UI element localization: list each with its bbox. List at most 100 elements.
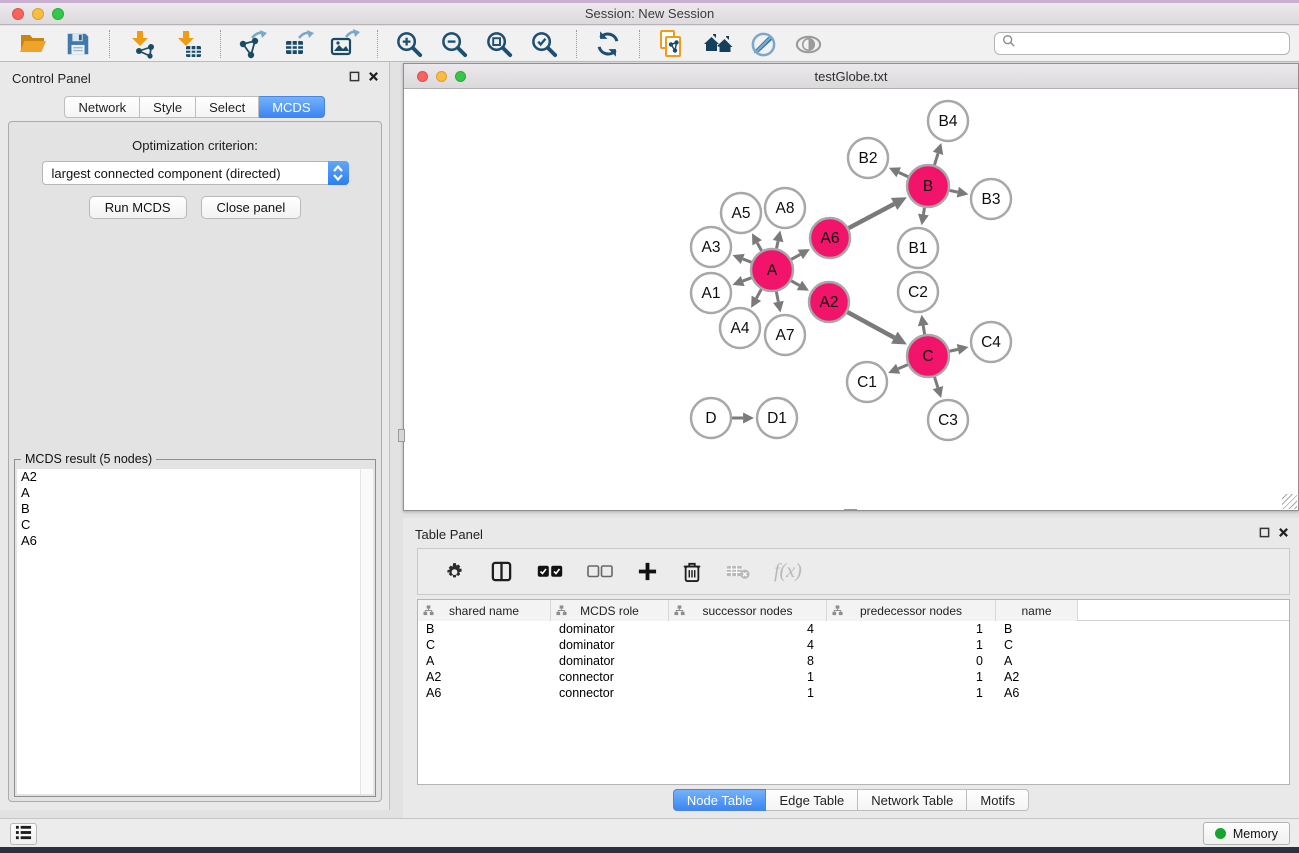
table-cell[interactable]: connector [551, 669, 669, 685]
graph-edge-A-A3[interactable] [733, 254, 755, 264]
table-row[interactable]: A6connector11A6 [418, 685, 1289, 701]
table-cell[interactable]: B [996, 621, 1078, 637]
criterion-select[interactable]: largest connected component (directed) [42, 161, 349, 185]
tab-node-table[interactable]: Node Table [673, 789, 767, 811]
table-cell[interactable]: dominator [551, 621, 669, 637]
open-button[interactable] [13, 27, 53, 61]
export-table-button[interactable] [279, 27, 319, 61]
preview-button[interactable] [789, 28, 828, 61]
graph-node-A2[interactable]: A2 [809, 282, 849, 322]
close-panel-icon[interactable] [368, 71, 379, 82]
graph-edge-C-C1[interactable] [888, 363, 910, 373]
import-table-button[interactable] [168, 27, 208, 61]
column-header-successor-nodes[interactable]: successor nodes [669, 600, 827, 621]
column-header-name[interactable]: name [996, 600, 1078, 621]
graph-edge-A6-B[interactable] [846, 197, 907, 229]
search-box[interactable] [994, 32, 1290, 55]
table-cell[interactable]: 1 [827, 637, 996, 653]
graph-node-C3[interactable]: C3 [928, 400, 968, 440]
graph-node-A7[interactable]: A7 [765, 315, 805, 355]
export-network-button[interactable] [233, 27, 273, 61]
close-panel-button[interactable]: Close panel [201, 196, 302, 219]
graph-edge-A-A1[interactable] [733, 276, 755, 286]
table-cell[interactable]: A6 [418, 685, 551, 701]
column-header-MCDS-role[interactable]: MCDS role [551, 600, 669, 621]
graph-edge-D-D1[interactable] [729, 413, 754, 424]
search-input[interactable] [1021, 34, 1289, 53]
close-table-panel-icon[interactable] [1278, 527, 1289, 538]
table-cell[interactable]: 1 [669, 669, 827, 685]
mcds-result-item[interactable]: A2 [17, 469, 360, 485]
tab-mcds[interactable]: MCDS [259, 96, 324, 118]
table-cell[interactable]: A2 [418, 669, 551, 685]
graph-node-C2[interactable]: C2 [898, 272, 938, 312]
graph-edge-A-A6[interactable] [789, 249, 810, 261]
table-cell[interactable]: 1 [669, 685, 827, 701]
graph-edge-B-B4[interactable] [933, 143, 943, 168]
table-cell[interactable]: A2 [996, 669, 1078, 685]
deselect-all-button[interactable] [578, 561, 622, 583]
table-cell[interactable]: B [418, 621, 551, 637]
graph-node-A8[interactable]: A8 [765, 188, 805, 228]
graph-edge-A-A2[interactable] [789, 279, 809, 290]
graph-edge-A-A7[interactable] [773, 289, 784, 313]
table-row[interactable]: Bdominator41B [418, 621, 1289, 637]
table-cell[interactable]: A [418, 653, 551, 669]
table-row[interactable]: Adominator80A [418, 653, 1289, 669]
column-header-shared-name[interactable]: shared name [418, 600, 551, 621]
import-network-button[interactable] [122, 27, 162, 61]
table-cell[interactable]: 0 [827, 653, 996, 669]
delete-button[interactable] [673, 557, 711, 587]
tab-network[interactable]: Network [64, 96, 140, 118]
graph-node-C[interactable]: C [907, 335, 949, 377]
graph-edge-C-C3[interactable] [933, 374, 943, 398]
graph-node-B1[interactable]: B1 [898, 228, 938, 268]
graph-node-C1[interactable]: C1 [847, 362, 887, 402]
table-cell[interactable]: dominator [551, 653, 669, 669]
graph-node-D1[interactable]: D1 [757, 398, 797, 438]
select-all-button[interactable] [528, 561, 572, 583]
graph-node-A5[interactable]: A5 [721, 193, 761, 233]
mcds-result-item[interactable]: A6 [17, 533, 360, 549]
tab-edge-table[interactable]: Edge Table [766, 789, 858, 811]
table-row[interactable]: A2connector11A2 [418, 669, 1289, 685]
graph-node-B[interactable]: B [907, 165, 949, 207]
graph-edge-A-A5[interactable] [752, 233, 763, 253]
graph-node-A4[interactable]: A4 [720, 308, 760, 348]
graph-node-A6[interactable]: A6 [810, 218, 850, 258]
graph-edge-A2-C[interactable] [845, 311, 907, 345]
result-scrollbar[interactable] [360, 469, 373, 794]
run-mcds-button[interactable]: Run MCDS [89, 196, 187, 219]
settings-button[interactable] [434, 556, 475, 587]
zoom-fit-button[interactable] [480, 28, 519, 61]
zoom-in-button[interactable] [390, 28, 429, 61]
network-window-titlebar[interactable]: testGlobe.txt [404, 64, 1298, 89]
table-cell[interactable]: 1 [827, 621, 996, 637]
memory-button[interactable]: Memory [1203, 822, 1290, 845]
network-canvas[interactable]: AA1A2A3A4A5A6A7A8BB1B2B3B4CC1C2C3C4DD1 [404, 89, 1298, 510]
canvas-v-scroll-thumb[interactable] [398, 429, 405, 442]
graph-node-C4[interactable]: C4 [971, 322, 1011, 362]
save-button[interactable] [59, 28, 97, 60]
table-cell[interactable]: A6 [996, 685, 1078, 701]
table-cell[interactable]: dominator [551, 637, 669, 653]
tab-select[interactable]: Select [196, 96, 259, 118]
graph-node-A1[interactable]: A1 [691, 273, 731, 313]
graph-node-A[interactable]: A [751, 249, 793, 291]
columns-button[interactable] [481, 556, 522, 587]
zoom-out-button[interactable] [435, 28, 474, 61]
mcds-result-item[interactable]: B [17, 501, 360, 517]
home-button[interactable] [698, 27, 738, 61]
table-cell[interactable]: 1 [827, 685, 996, 701]
table-cell[interactable]: 8 [669, 653, 827, 669]
graph-edge-A-A4[interactable] [751, 287, 763, 308]
mcds-result-list[interactable]: A2ABCA6 [17, 469, 360, 794]
zoom-check-button[interactable] [525, 28, 564, 61]
graph-node-D[interactable]: D [691, 398, 731, 438]
refresh-button[interactable] [589, 28, 627, 60]
hide-labels-button[interactable] [744, 28, 783, 61]
window-resize-grip[interactable] [1282, 494, 1297, 509]
table-cell[interactable]: C [418, 637, 551, 653]
table-cell[interactable]: connector [551, 685, 669, 701]
graph-node-A3[interactable]: A3 [691, 227, 731, 267]
